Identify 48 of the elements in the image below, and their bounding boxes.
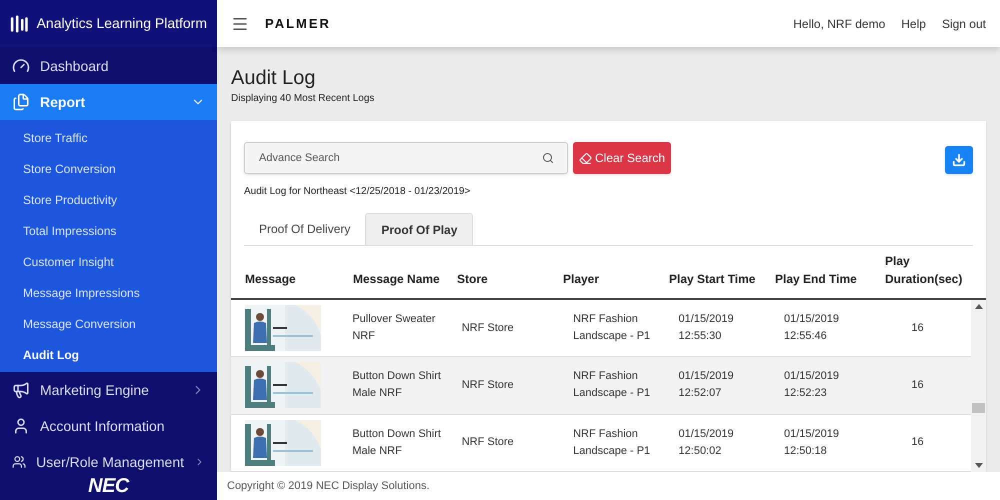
page-title: Audit Log (231, 67, 317, 89)
submenu-item[interactable]: Store Traffic (0, 122, 217, 153)
submenu-item[interactable]: Audit Log (0, 339, 217, 370)
column-header: Play Start Time (669, 271, 756, 288)
column-header: Play Duration(sec) (885, 253, 964, 288)
clear-search-button[interactable]: Clear Search (573, 142, 672, 174)
table-cell-text: 01/15/2019 12:52:23 (784, 369, 840, 402)
table-cell-text: Pullover Sweater NRF (352, 312, 436, 344)
copyright: Copyright © 2019 NEC Display Solutions. (227, 478, 430, 494)
brand-title: Analytics Learning Platform (36, 14, 207, 33)
table-cell-text: Button Down Shirt Male NRF (352, 369, 442, 402)
column-header: Store (457, 271, 489, 288)
palmer-logo: PALMER (265, 14, 331, 33)
column-header: Message (245, 271, 297, 288)
table-cell-text: NRF Fashion Landscape - P1 (573, 312, 652, 344)
submenu-item[interactable]: Total Impressions (0, 215, 217, 246)
nec-logo: NEC (88, 474, 129, 499)
table-cell-text: 16 (910, 320, 925, 336)
sidebar-item[interactable]: Report (0, 84, 217, 120)
column-header: Play End Time (775, 271, 858, 288)
table-cell-text: NRF Fashion Landscape - P1 (573, 426, 652, 459)
table-cell-text: 16 (910, 435, 925, 450)
column-header: Player (563, 271, 600, 288)
header-link[interactable]: Help (901, 14, 926, 32)
table-cell-text: 16 (910, 378, 925, 393)
table-cell-text: NRF Store (462, 378, 515, 393)
table-cell-text: 01/15/2019 12:50:18 (784, 426, 840, 459)
submenu-item[interactable]: Store Conversion (0, 153, 217, 184)
table-cell-text: NRF Store (462, 435, 515, 450)
tab[interactable]: Proof Of Play (365, 213, 474, 245)
submenu-item[interactable]: Store Productivity (0, 184, 217, 215)
header-link[interactable]: Sign out (942, 14, 986, 32)
table-cell-text: NRF Fashion Landscape - P1 (573, 369, 652, 402)
table-cell-text: NRF Store (462, 320, 515, 336)
submenu-item[interactable]: Message Conversion (0, 308, 217, 339)
table-cell-text: 01/15/2019 12:55:30 (678, 312, 735, 344)
table-cell-text: 01/15/2019 12:52:07 (678, 369, 735, 402)
page-subtitle: Displaying 40 Most Recent Logs (231, 92, 376, 106)
table-cell-text: Button Down Shirt Male NRF (352, 426, 442, 459)
greeting: Hello, NRF demo (793, 16, 886, 32)
submenu-item[interactable]: Message Impressions (0, 277, 217, 308)
submenu-item[interactable]: Customer Insight (0, 246, 217, 277)
audit-caption: Audit Log for Northeast <12/25/2018 - 01/23/2019> (244, 185, 472, 199)
table-cell-text: 01/15/2019 12:50:02 (678, 426, 735, 459)
search-field[interactable]: Advance Search (244, 142, 568, 174)
table-cell-text: 01/15/2019 12:55:46 (784, 312, 840, 344)
tab[interactable]: Proof Of Delivery (244, 213, 366, 245)
column-header: Message Name (353, 271, 441, 288)
